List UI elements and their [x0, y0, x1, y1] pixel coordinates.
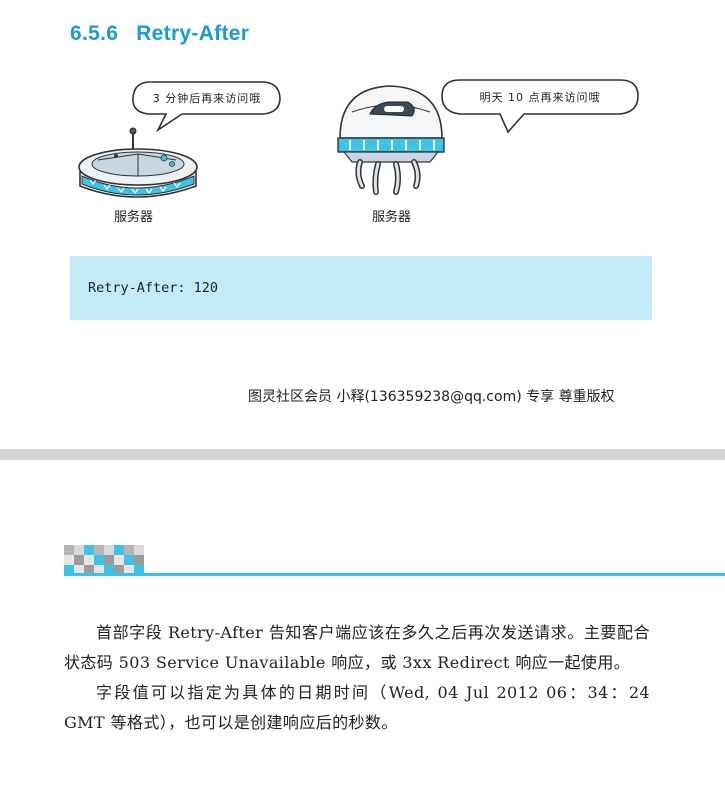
section-number: 6.5.6 [70, 22, 119, 45]
checker-divider-icon [64, 545, 725, 576]
code-example: Retry-After: 120 [88, 280, 219, 296]
left-bubble-text: 3 分钟后再来访问哦 [152, 92, 262, 105]
robot-server-illustration: 明天 10 点再来访问哦 服务器 [330, 68, 642, 228]
speech-bubble-shape [441, 79, 639, 134]
right-server-caption: 服务器 [372, 210, 412, 225]
code-example-box: Retry-After: 120 [70, 256, 652, 320]
server-illustration: 3 分钟后再来访问哦 服务器 [76, 68, 286, 228]
right-bubble-text: 明天 10 点再来访问哦 [479, 91, 601, 104]
paragraph: 字段值可以指定为具体的日期时间（Wed, 04 Jul 2012 06：34：2… [64, 683, 650, 732]
page-separator [0, 449, 725, 460]
speech-bubble-right: 明天 10 点再来访问哦 [438, 76, 642, 134]
section-title: Retry-After [136, 22, 250, 45]
paragraph: 首部字段 Retry-After 告知客户端应该在多久之后再次发送请求。主要配合… [64, 623, 650, 672]
section-heading: 6.5.6 Retry-After [70, 22, 249, 46]
left-server-caption: 服务器 [114, 210, 154, 225]
watermark: 图灵社区会员 小释(136359238@qq.com) 专享 尊重版权 [248, 389, 615, 405]
speech-bubble-left: 3 分钟后再来访问哦 [128, 78, 286, 132]
body-text: 首部字段 Retry-After 告知客户端应该在多久之后再次发送请求。主要配合… [64, 618, 650, 738]
